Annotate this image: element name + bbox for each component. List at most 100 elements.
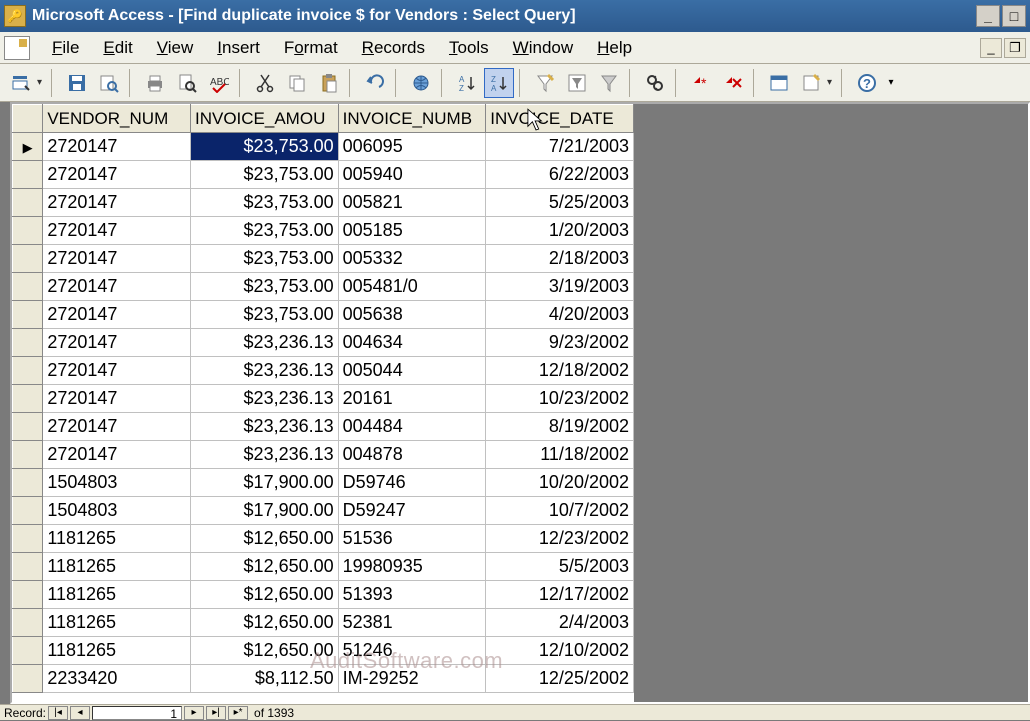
menu-help[interactable]: Help [585, 34, 644, 62]
view-button[interactable] [6, 68, 46, 98]
table-row[interactable]: 2720147$23,236.130046349/23/2002 [13, 329, 634, 357]
row-selector[interactable] [13, 469, 43, 497]
cell-invoice-date[interactable]: 12/23/2002 [486, 525, 634, 553]
minimize-button[interactable]: _ [976, 5, 1000, 27]
row-selector[interactable] [13, 357, 43, 385]
cell-vendor-num[interactable]: 1181265 [43, 553, 191, 581]
table-row[interactable]: 1504803$17,900.00D5974610/20/2002 [13, 469, 634, 497]
cell-invoice-amount[interactable]: $23,753.00 [190, 217, 338, 245]
cell-invoice-amount[interactable]: $12,650.00 [190, 609, 338, 637]
cell-invoice-date[interactable]: 9/23/2002 [486, 329, 634, 357]
cell-vendor-num[interactable]: 1504803 [43, 497, 191, 525]
table-row[interactable]: 1181265$12,650.00523812/4/2003 [13, 609, 634, 637]
cell-vendor-num[interactable]: 2720147 [43, 245, 191, 273]
menu-file[interactable]: File [40, 34, 91, 62]
cell-invoice-number[interactable]: 004484 [338, 413, 486, 441]
datasheet[interactable]: VENDOR_NUM INVOICE_AMOU INVOICE_NUMB INV… [12, 104, 634, 702]
cut-button[interactable] [250, 68, 280, 98]
cell-invoice-date[interactable]: 7/21/2003 [486, 133, 634, 161]
table-row[interactable]: 1181265$12,650.005139312/17/2002 [13, 581, 634, 609]
nav-next-button[interactable]: ▸ [184, 706, 204, 720]
undo-button[interactable] [360, 68, 390, 98]
database-window-button[interactable] [764, 68, 794, 98]
table-row[interactable]: 1181265$12,650.00199809355/5/2003 [13, 553, 634, 581]
cell-invoice-amount[interactable]: $23,753.00 [190, 189, 338, 217]
cell-invoice-number[interactable]: 005940 [338, 161, 486, 189]
row-selector[interactable] [13, 525, 43, 553]
table-row[interactable]: 2720147$23,236.130044848/19/2002 [13, 413, 634, 441]
cell-invoice-date[interactable]: 10/23/2002 [486, 385, 634, 413]
cell-vendor-num[interactable]: 1181265 [43, 525, 191, 553]
spelling-button[interactable]: ABC [204, 68, 234, 98]
cell-invoice-number[interactable]: 005044 [338, 357, 486, 385]
document-icon[interactable] [4, 36, 30, 60]
row-selector[interactable] [13, 245, 43, 273]
cell-invoice-number[interactable]: IM-29252 [338, 665, 486, 693]
cell-invoice-date[interactable]: 12/18/2002 [486, 357, 634, 385]
cell-invoice-amount[interactable]: $12,650.00 [190, 553, 338, 581]
nav-first-button[interactable]: |◂ [48, 706, 68, 720]
cell-invoice-number[interactable]: 005638 [338, 301, 486, 329]
cell-invoice-number[interactable]: D59746 [338, 469, 486, 497]
menu-tools[interactable]: Tools [437, 34, 501, 62]
cell-invoice-number[interactable]: 005185 [338, 217, 486, 245]
table-row[interactable]: 2233420$8,112.50IM-2925212/25/2002 [13, 665, 634, 693]
cell-invoice-date[interactable]: 8/19/2002 [486, 413, 634, 441]
cell-invoice-date[interactable]: 12/25/2002 [486, 665, 634, 693]
cell-invoice-date[interactable]: 1/20/2003 [486, 217, 634, 245]
row-selector[interactable] [13, 217, 43, 245]
mdi-minimize-button[interactable]: _ [980, 38, 1002, 58]
maximize-button[interactable]: □ [1002, 5, 1026, 27]
menu-insert[interactable]: Insert [205, 34, 272, 62]
row-selector[interactable] [13, 497, 43, 525]
cell-invoice-amount[interactable]: $23,236.13 [190, 357, 338, 385]
cell-vendor-num[interactable]: 1181265 [43, 637, 191, 665]
row-selector[interactable] [13, 665, 43, 693]
select-all-button[interactable] [13, 105, 43, 133]
cell-invoice-number[interactable]: 005332 [338, 245, 486, 273]
cell-invoice-date[interactable]: 2/18/2003 [486, 245, 634, 273]
cell-vendor-num[interactable]: 2720147 [43, 385, 191, 413]
row-selector[interactable] [13, 133, 43, 161]
cell-invoice-amount[interactable]: $12,650.00 [190, 525, 338, 553]
new-object-button[interactable] [796, 68, 836, 98]
table-row[interactable]: 2720147$23,236.1300504412/18/2002 [13, 357, 634, 385]
cell-invoice-amount[interactable]: $8,112.50 [190, 665, 338, 693]
print-preview-button[interactable] [172, 68, 202, 98]
row-selector[interactable] [13, 553, 43, 581]
record-number-input[interactable]: 1 [92, 706, 182, 720]
cell-invoice-date[interactable]: 11/18/2002 [486, 441, 634, 469]
menu-window[interactable]: Window [501, 34, 585, 62]
row-selector[interactable] [13, 609, 43, 637]
cell-invoice-date[interactable]: 6/22/2003 [486, 161, 634, 189]
table-row[interactable]: 2720147$23,753.000056384/20/2003 [13, 301, 634, 329]
cell-invoice-amount[interactable]: $23,753.00 [190, 245, 338, 273]
cell-invoice-amount[interactable]: $23,753.00 [190, 161, 338, 189]
table-row[interactable]: 2720147$23,753.000058215/25/2003 [13, 189, 634, 217]
cell-vendor-num[interactable]: 2720147 [43, 161, 191, 189]
table-row[interactable]: 2720147$23,753.000060957/21/2003 [13, 133, 634, 161]
cell-vendor-num[interactable]: 2720147 [43, 441, 191, 469]
row-selector[interactable] [13, 637, 43, 665]
cell-vendor-num[interactable]: 2720147 [43, 217, 191, 245]
find-button[interactable] [640, 68, 670, 98]
delete-record-button[interactable] [718, 68, 748, 98]
mdi-restore-button[interactable]: ❐ [1004, 38, 1026, 58]
cell-invoice-amount[interactable]: $23,236.13 [190, 385, 338, 413]
sort-desc-button[interactable]: ZA [484, 68, 514, 98]
col-header-invoice-date[interactable]: INVOICE_DATE [486, 105, 634, 133]
cell-invoice-number[interactable]: D59247 [338, 497, 486, 525]
cell-vendor-num[interactable]: 2720147 [43, 413, 191, 441]
nav-prev-button[interactable]: ◂ [70, 706, 90, 720]
toolbar-options-button[interactable]: ▾ [884, 68, 898, 98]
table-row[interactable]: 1504803$17,900.00D5924710/7/2002 [13, 497, 634, 525]
new-record-button[interactable]: * [686, 68, 716, 98]
menu-format[interactable]: Format [272, 34, 350, 62]
toggle-filter-button[interactable] [594, 68, 624, 98]
cell-invoice-amount[interactable]: $17,900.00 [190, 469, 338, 497]
cell-vendor-num[interactable]: 2720147 [43, 301, 191, 329]
col-header-invoice-amount[interactable]: INVOICE_AMOU [190, 105, 338, 133]
cell-invoice-amount[interactable]: $23,753.00 [190, 273, 338, 301]
cell-invoice-number[interactable]: 004634 [338, 329, 486, 357]
cell-invoice-date[interactable]: 10/20/2002 [486, 469, 634, 497]
